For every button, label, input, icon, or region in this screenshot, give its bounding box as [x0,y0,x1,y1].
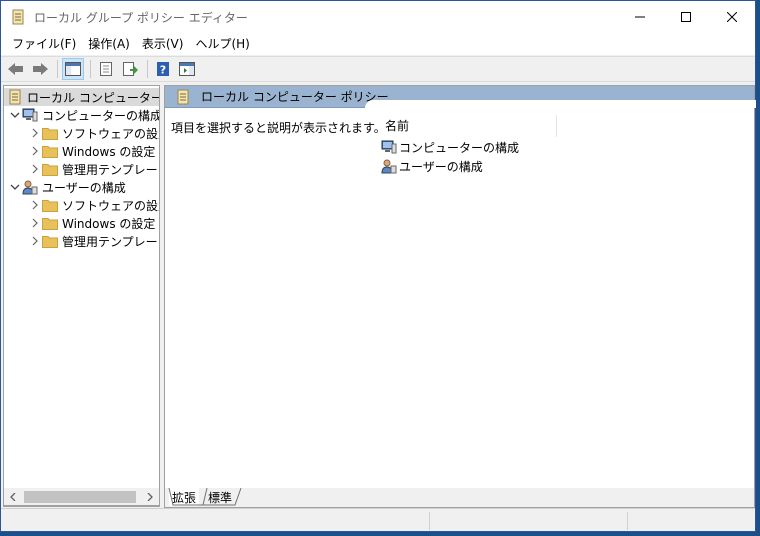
list-item-computer-config[interactable]: コンピューターの構成 [381,138,519,156]
window-title: ローカル グループ ポリシー エディター [34,10,248,25]
tree-node-user-admin-templates[interactable]: 管理用テンプレート [28,232,160,250]
user-icon [22,179,38,195]
show-console-tree-button[interactable] [62,58,84,80]
forward-button[interactable] [29,58,51,80]
arrow-left-icon [8,63,23,75]
tree-node-user-windows-settings[interactable]: Windows の設定 [28,214,155,232]
expand-chevron-icon[interactable] [28,216,42,230]
close-icon [727,12,737,22]
list-item-user-config[interactable]: ユーザーの構成 [381,157,483,175]
menu-action[interactable]: 操作(A) [82,33,136,55]
tree-node-label: ユーザーの構成 [42,180,126,195]
app-window: ローカル グループ ポリシー エディター ファイル(F) 操作(A) 表示(V)… [0,0,756,532]
tree-node-computer-software-settings[interactable]: ソフトウェアの設定 [28,124,160,142]
tree-node-computer-admin-templates[interactable]: 管理用テンプレート [28,160,160,178]
toolbar-separator [90,60,91,78]
details-pane: ローカル コンピューター ポリシー 項目を選択すると説明が表示されます。 名前 … [164,85,756,507]
tree-root-label: ローカル コンピューター ポリシー [27,90,160,105]
status-cell [429,512,627,530]
tree-node-label: Windows の設定 [62,216,156,231]
tree-node-label: 管理用テンプレート [62,234,160,249]
folder-icon [42,197,58,213]
properties-button[interactable] [95,58,117,80]
column-header-name[interactable]: 名前 [383,115,557,137]
expand-chevron-icon[interactable] [28,198,42,212]
action-pane-icon [179,62,195,76]
tree-node-user-software-settings[interactable]: ソフトウェアの設定 [28,196,160,214]
tab-outline [168,488,242,506]
maximize-icon [681,12,691,22]
properties-icon [100,62,112,76]
toolbar-separator [57,60,58,78]
menu-help[interactable]: ヘルプ(H) [189,33,255,55]
folder-icon [42,161,58,177]
details-header-title: ローカル コンピューター ポリシー [201,90,389,104]
computer-icon [22,107,38,123]
folder-icon [42,143,58,159]
expand-chevron-icon[interactable] [8,180,22,194]
tree-node-label: Windows の設定 [62,144,156,159]
tree-horizontal-scrollbar[interactable] [3,488,160,506]
expand-chevron-icon[interactable] [28,162,42,176]
folder-icon [42,233,58,249]
policy-app-icon [10,9,26,25]
folder-icon [42,125,58,141]
tree-node-label: コンピューターの構成 [42,108,160,123]
list-item-label: ユーザーの構成 [399,159,483,174]
close-button[interactable] [709,1,755,33]
header-notch [365,100,756,108]
console-tree[interactable]: ローカル コンピューター ポリシー コンピューターの構成 ソフトウェアの設定 [3,85,160,507]
svg-text:?: ? [160,64,166,77]
minimize-button[interactable] [617,1,663,33]
description-text: 項目を選択すると説明が表示されます。 [171,121,386,135]
view-tabs: 拡張 標準 [164,488,755,508]
action-pane-button[interactable] [176,58,198,80]
tree-node-label: ソフトウェアの設定 [62,198,160,213]
expand-chevron-icon[interactable] [28,144,42,158]
details-header: ローカル コンピューター ポリシー [165,86,756,108]
expand-chevron-icon[interactable] [28,126,42,140]
minimize-icon [635,16,645,18]
help-icon: ? [157,62,169,77]
title-bar[interactable]: ローカル グループ ポリシー エディター [1,1,755,33]
toolbar-separator [147,60,148,78]
tree-node-computer-windows-settings[interactable]: Windows の設定 [28,142,155,160]
user-icon [381,158,397,174]
tree-root[interactable]: ローカル コンピューター ポリシー [4,88,160,106]
list-item-label: コンピューターの構成 [399,140,520,155]
tree-node-computer-config[interactable]: コンピューターの構成 [8,106,160,124]
tree-node-label: ソフトウェアの設定 [62,126,160,141]
console-tree-icon [65,62,81,76]
menu-bar: ファイル(F) 操作(A) 表示(V) ヘルプ(H) [1,33,755,55]
back-button[interactable] [5,58,27,80]
arrow-right-icon [33,63,48,75]
folder-icon [42,215,58,231]
toolbar: ? [1,56,755,82]
export-list-button[interactable] [119,58,141,80]
status-cell [627,512,755,530]
policy-document-icon [175,89,191,105]
expand-chevron-icon[interactable] [28,234,42,248]
policy-document-icon [7,89,23,105]
help-button[interactable]: ? [152,58,174,80]
tree-node-user-config[interactable]: ユーザーの構成 [8,178,126,196]
export-list-icon [123,62,138,76]
maximize-button[interactable] [663,1,709,33]
scrollbar-thumb[interactable] [24,491,136,503]
scroll-right-icon[interactable] [141,488,159,506]
scroll-left-icon[interactable] [4,488,22,506]
tree-node-label: 管理用テンプレート [62,162,160,177]
expand-chevron-icon[interactable] [8,108,22,122]
computer-icon [381,139,397,155]
menu-file[interactable]: ファイル(F) [6,33,82,55]
status-bar [1,508,755,531]
menu-view[interactable]: 表示(V) [136,33,190,55]
